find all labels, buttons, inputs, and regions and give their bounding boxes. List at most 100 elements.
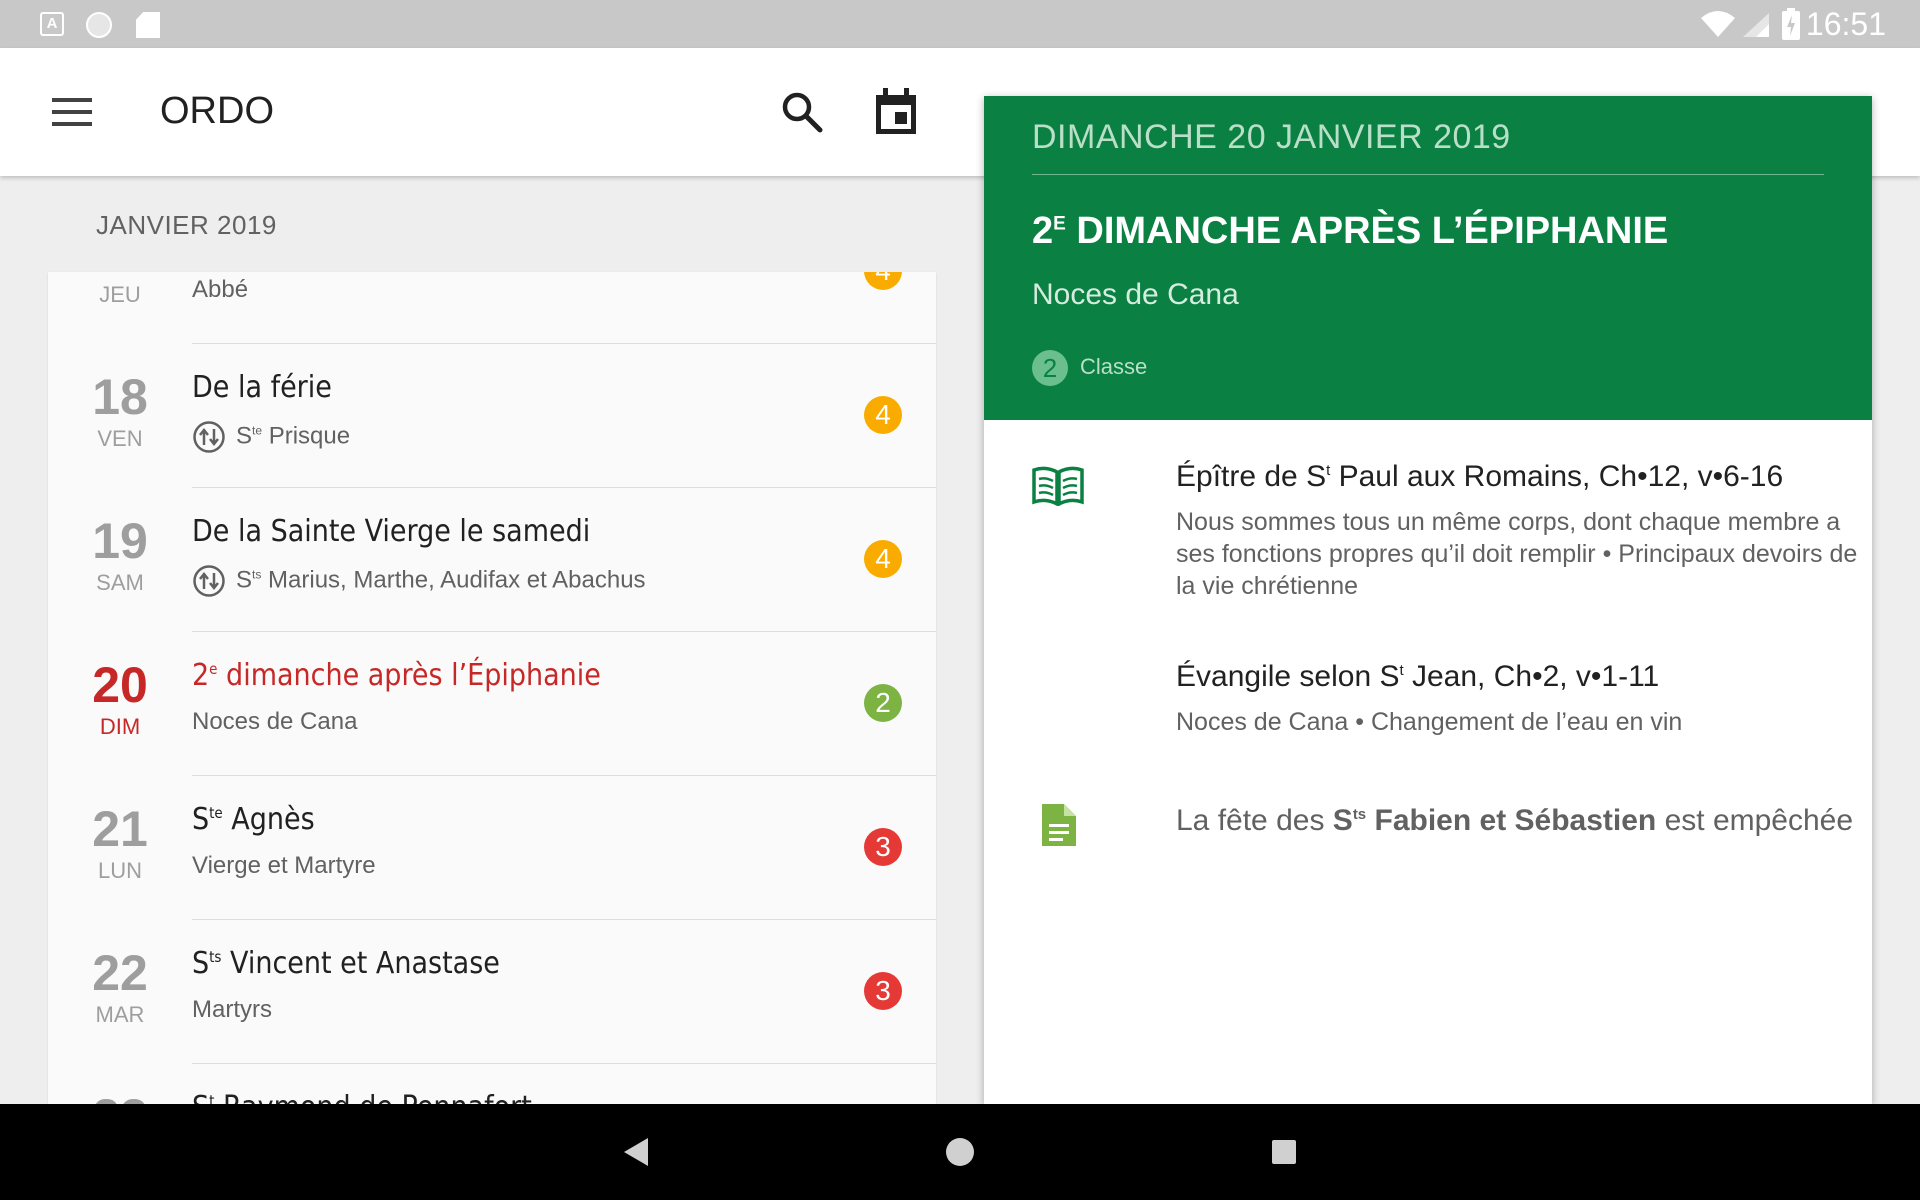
note-prefix: La fête des — [1176, 804, 1333, 837]
navigation-bar — [0, 1104, 1920, 1200]
row-subtitle: Martyrs — [192, 996, 272, 1023]
reading-summary: Nous sommes tous un même corps, dont cha… — [1176, 508, 1858, 600]
weekday-label: LUN — [97, 858, 142, 883]
note-suffix: est empêchée — [1656, 804, 1854, 837]
title-prefix: S — [192, 1090, 209, 1104]
class-badge-number: 2 — [875, 687, 891, 718]
row-title: St Raymond de Pennafort — [192, 1090, 532, 1104]
document-icon — [1042, 804, 1076, 846]
calendar-icon[interactable] — [874, 88, 918, 136]
back-icon[interactable] — [622, 1136, 650, 1168]
row-title: 2e dimanche après l’Épiphanie — [192, 658, 601, 693]
app-title: ORDO — [160, 90, 274, 132]
reading-title-a: Épître de S — [1176, 460, 1327, 493]
weekday-label: SAM — [96, 570, 144, 595]
row-subtitle: Ste Prisque — [192, 420, 350, 454]
row-subtitle: Sts Marius, Marthe, Audifax et Abachus — [192, 564, 646, 598]
detail-header: DIMANCHE 20 JANVIER 2019 2E DIMANCHE APR… — [984, 96, 1872, 420]
day-number: 20 — [92, 657, 148, 713]
list-item-22[interactable]: 22 MAR Sts Vincent et Anastase Martyrs 3 — [48, 920, 936, 1064]
list-item-20-selected[interactable]: 20 DIM 2e dimanche après l’Épiphanie Noc… — [48, 632, 936, 776]
commemoration-icon — [193, 565, 225, 597]
note-bold-b: Fabien et Sébastien — [1366, 804, 1657, 837]
reading-gospel[interactable]: Évangile selon St Jean, Ch•2, v•1-11 Noc… — [1032, 660, 1832, 750]
title-sup: ts — [209, 948, 222, 966]
list-item-18[interactable]: 18 VEN De la férie Ste Prisque 4 — [48, 344, 936, 488]
title-text: Agnès — [222, 802, 315, 837]
list-item-17[interactable]: 17 JEU Abbé 4 — [48, 272, 936, 344]
sd-card-icon — [136, 12, 160, 38]
note-bold-sup: ts — [1352, 806, 1367, 823]
detail-date: DIMANCHE 20 JANVIER 2019 — [1032, 118, 1511, 156]
circle-icon — [86, 12, 112, 38]
day-number: 23 — [48, 1092, 192, 1104]
class-badge-number: 3 — [875, 975, 891, 1006]
reading-summary: Noces de Cana • Changement de l’eau en v… — [1176, 708, 1683, 736]
status-bar: A 16:51 — [0, 0, 1920, 48]
row-title: Ste Agnès — [192, 802, 315, 837]
class-badge: 4 — [864, 396, 902, 434]
battery-icon — [1782, 8, 1800, 40]
subtitle-prefix: S — [236, 422, 253, 450]
class-label: Classe — [1080, 354, 1148, 379]
class-badge: 2 — [864, 684, 902, 722]
subtitle-sup: ts — [252, 567, 262, 582]
row-subtitle-text: Abbé — [192, 276, 249, 303]
wifi-icon — [1701, 11, 1735, 37]
title-sup: E — [1053, 213, 1066, 235]
class-badge: 4 — [864, 540, 902, 578]
subtitle-prefix: S — [236, 566, 253, 594]
title-text: Raymond de Pennafort — [214, 1090, 532, 1104]
class-badge: 3 — [864, 828, 902, 866]
class-badge: 4 — [864, 272, 902, 290]
title-prefix: 2 — [192, 658, 210, 693]
reading-title-a: Évangile selon S — [1176, 660, 1400, 693]
detail-subtitle: Noces de Cana — [1032, 278, 1239, 311]
impeded-feast-note: La fête des Sts Fabien et Sébastien est … — [1032, 804, 1853, 854]
title-prefix: S — [192, 946, 210, 981]
title-sup: te — [209, 804, 223, 822]
day-list: 17 JEU Abbé 4 18 VEN De la férie Ste Pri… — [48, 272, 936, 1104]
list-item-19[interactable]: 19 SAM De la Sainte Vierge le samedi Sts… — [48, 488, 936, 632]
row-subtitle: Abbé — [192, 276, 248, 304]
class-badge-number: 4 — [875, 399, 891, 430]
subtitle-text: Prisque — [262, 422, 351, 450]
subtitle-sup: te — [252, 423, 263, 438]
day-number: 17 — [48, 272, 192, 278]
a-box-icon: A — [40, 12, 64, 36]
class-badge-number: 4 — [875, 543, 891, 574]
menu-icon[interactable] — [52, 98, 92, 126]
title-prefix: S — [192, 802, 210, 837]
weekday-label: DIM — [99, 714, 141, 739]
row-title: De la Sainte Vierge le samedi — [192, 514, 591, 549]
list-item-23[interactable]: 23 St Raymond de Pennafort — [48, 1064, 936, 1104]
title-text: DIMANCHE APRÈS L’ÉPIPHANIE — [1065, 210, 1669, 252]
signal-icon — [1743, 13, 1769, 37]
month-header: JANVIER 2019 — [96, 210, 277, 240]
day-number: 19 — [92, 513, 148, 569]
day-number: 22 — [92, 945, 148, 1001]
day-number: 21 — [92, 801, 148, 857]
reading-title: Évangile selon St Jean, Ch•2, v•1-11 — [1176, 660, 1659, 694]
home-icon[interactable] — [946, 1138, 974, 1166]
day-detail-panel: DIMANCHE 20 JANVIER 2019 2E DIMANCHE APR… — [984, 96, 1872, 1104]
divider — [1032, 174, 1824, 175]
weekday-label: JEU — [99, 282, 141, 307]
weekday-label: VEN — [97, 426, 143, 451]
search-icon[interactable] — [780, 90, 824, 134]
reading-epistle[interactable]: Épître de St Paul aux Romains, Ch•12, v•… — [1032, 460, 1857, 610]
recents-icon[interactable] — [1272, 1140, 1296, 1164]
commemoration-icon — [193, 421, 225, 453]
title-text: Vincent et Anastase — [221, 946, 500, 981]
title-prefix: 2 — [1032, 210, 1054, 252]
row-title: Sts Vincent et Anastase — [192, 946, 500, 981]
row-subtitle: Vierge et Martyre — [192, 852, 376, 879]
day-number: 18 — [92, 369, 148, 425]
list-item-21[interactable]: 21 LUN Ste Agnès Vierge et Martyre 3 — [48, 776, 936, 920]
weekday-label: MAR — [95, 1002, 145, 1027]
row-title: De la férie — [192, 370, 332, 405]
reading-title-b: Paul aux Romains, Ch•12, v•6-16 — [1330, 460, 1784, 493]
row-subtitle: Noces de Cana — [192, 708, 358, 735]
class-badge: 3 — [864, 972, 902, 1010]
reading-title-b: Jean, Ch•2, v•1-11 — [1403, 660, 1660, 693]
